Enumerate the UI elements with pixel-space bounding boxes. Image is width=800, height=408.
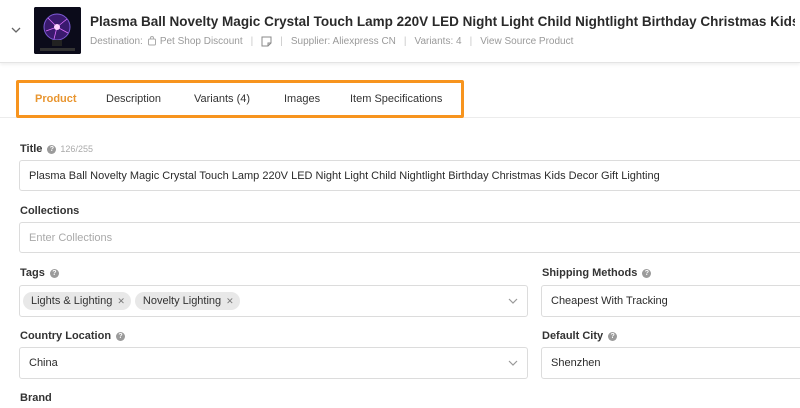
destination-label: Destination:	[90, 35, 143, 47]
title-char-counter: 126/255	[60, 144, 93, 154]
chevron-down-icon[interactable]	[508, 298, 518, 304]
tab-description[interactable]: Description	[106, 93, 161, 105]
country-location-label: Country Location ?	[20, 330, 126, 342]
brand-label: Brand	[20, 392, 52, 404]
supplier-text: Supplier: Aliexpress CN	[290, 35, 396, 47]
divider: |	[250, 35, 254, 47]
tab-variants[interactable]: Variants (4)	[194, 93, 250, 105]
note-icon[interactable]	[261, 36, 272, 47]
tags-select[interactable]: Lights & Lighting ✕ Novelty Lighting ✕	[19, 285, 528, 317]
tag-chip: Lights & Lighting ✕	[23, 292, 131, 310]
shopping-bag-icon	[147, 36, 156, 46]
variants-count: Variants: 4	[414, 35, 462, 47]
collections-input[interactable]: Enter Collections	[19, 222, 800, 253]
city-label-text: Default City	[542, 330, 604, 342]
help-icon[interactable]: ?	[116, 331, 126, 341]
default-city-input[interactable]: Shenzhen	[541, 347, 800, 379]
tab-images[interactable]: Images	[284, 93, 320, 105]
title-label-text: Title	[20, 143, 43, 155]
shipping-label-text: Shipping Methods	[542, 267, 638, 279]
collections-label: Collections	[20, 205, 80, 217]
divider: |	[469, 35, 473, 47]
help-icon[interactable]: ?	[47, 144, 57, 154]
divider: |	[280, 35, 283, 47]
help-icon[interactable]: ?	[608, 331, 618, 341]
help-icon[interactable]: ?	[642, 268, 652, 278]
chevron-down-icon[interactable]	[9, 24, 23, 36]
tag-chip: Novelty Lighting ✕	[134, 292, 240, 310]
product-header: Plasma Ball Novelty Magic Crystal Touch …	[0, 0, 800, 63]
country-location-select[interactable]: China	[19, 347, 528, 379]
help-icon[interactable]: ?	[49, 268, 59, 278]
product-title: Plasma Ball Novelty Magic Crystal Touch …	[90, 14, 795, 29]
chevron-down-icon[interactable]	[508, 360, 518, 366]
shipping-methods-label: Shipping Methods ?	[542, 267, 652, 279]
country-label-text: Country Location	[20, 330, 112, 342]
tab-product[interactable]: Product	[35, 93, 77, 105]
destination-value: Pet Shop Discount	[159, 35, 243, 47]
view-source-link[interactable]: View Source Product	[480, 36, 573, 47]
product-meta: Destination: Pet Shop Discount | | Suppl…	[90, 34, 573, 48]
tab-item-specifications[interactable]: Item Specifications	[350, 93, 442, 105]
divider: |	[403, 35, 407, 47]
title-label: Title ? 126/255	[20, 143, 93, 155]
tags-label-text: Tags	[20, 267, 45, 279]
product-thumbnail[interactable]	[34, 7, 81, 54]
tag-chip-label: Novelty Lighting	[142, 295, 222, 307]
shipping-methods-input[interactable]: Cheapest With Tracking	[541, 285, 800, 317]
tag-chip-label: Lights & Lighting	[31, 295, 113, 307]
title-input[interactable]: Plasma Ball Novelty Magic Crystal Touch …	[19, 160, 800, 191]
tags-label: Tags ?	[20, 267, 59, 279]
country-value: China	[29, 357, 58, 369]
default-city-label: Default City ?	[542, 330, 618, 342]
close-icon[interactable]: ✕	[226, 296, 234, 307]
close-icon[interactable]: ✕	[117, 296, 125, 307]
